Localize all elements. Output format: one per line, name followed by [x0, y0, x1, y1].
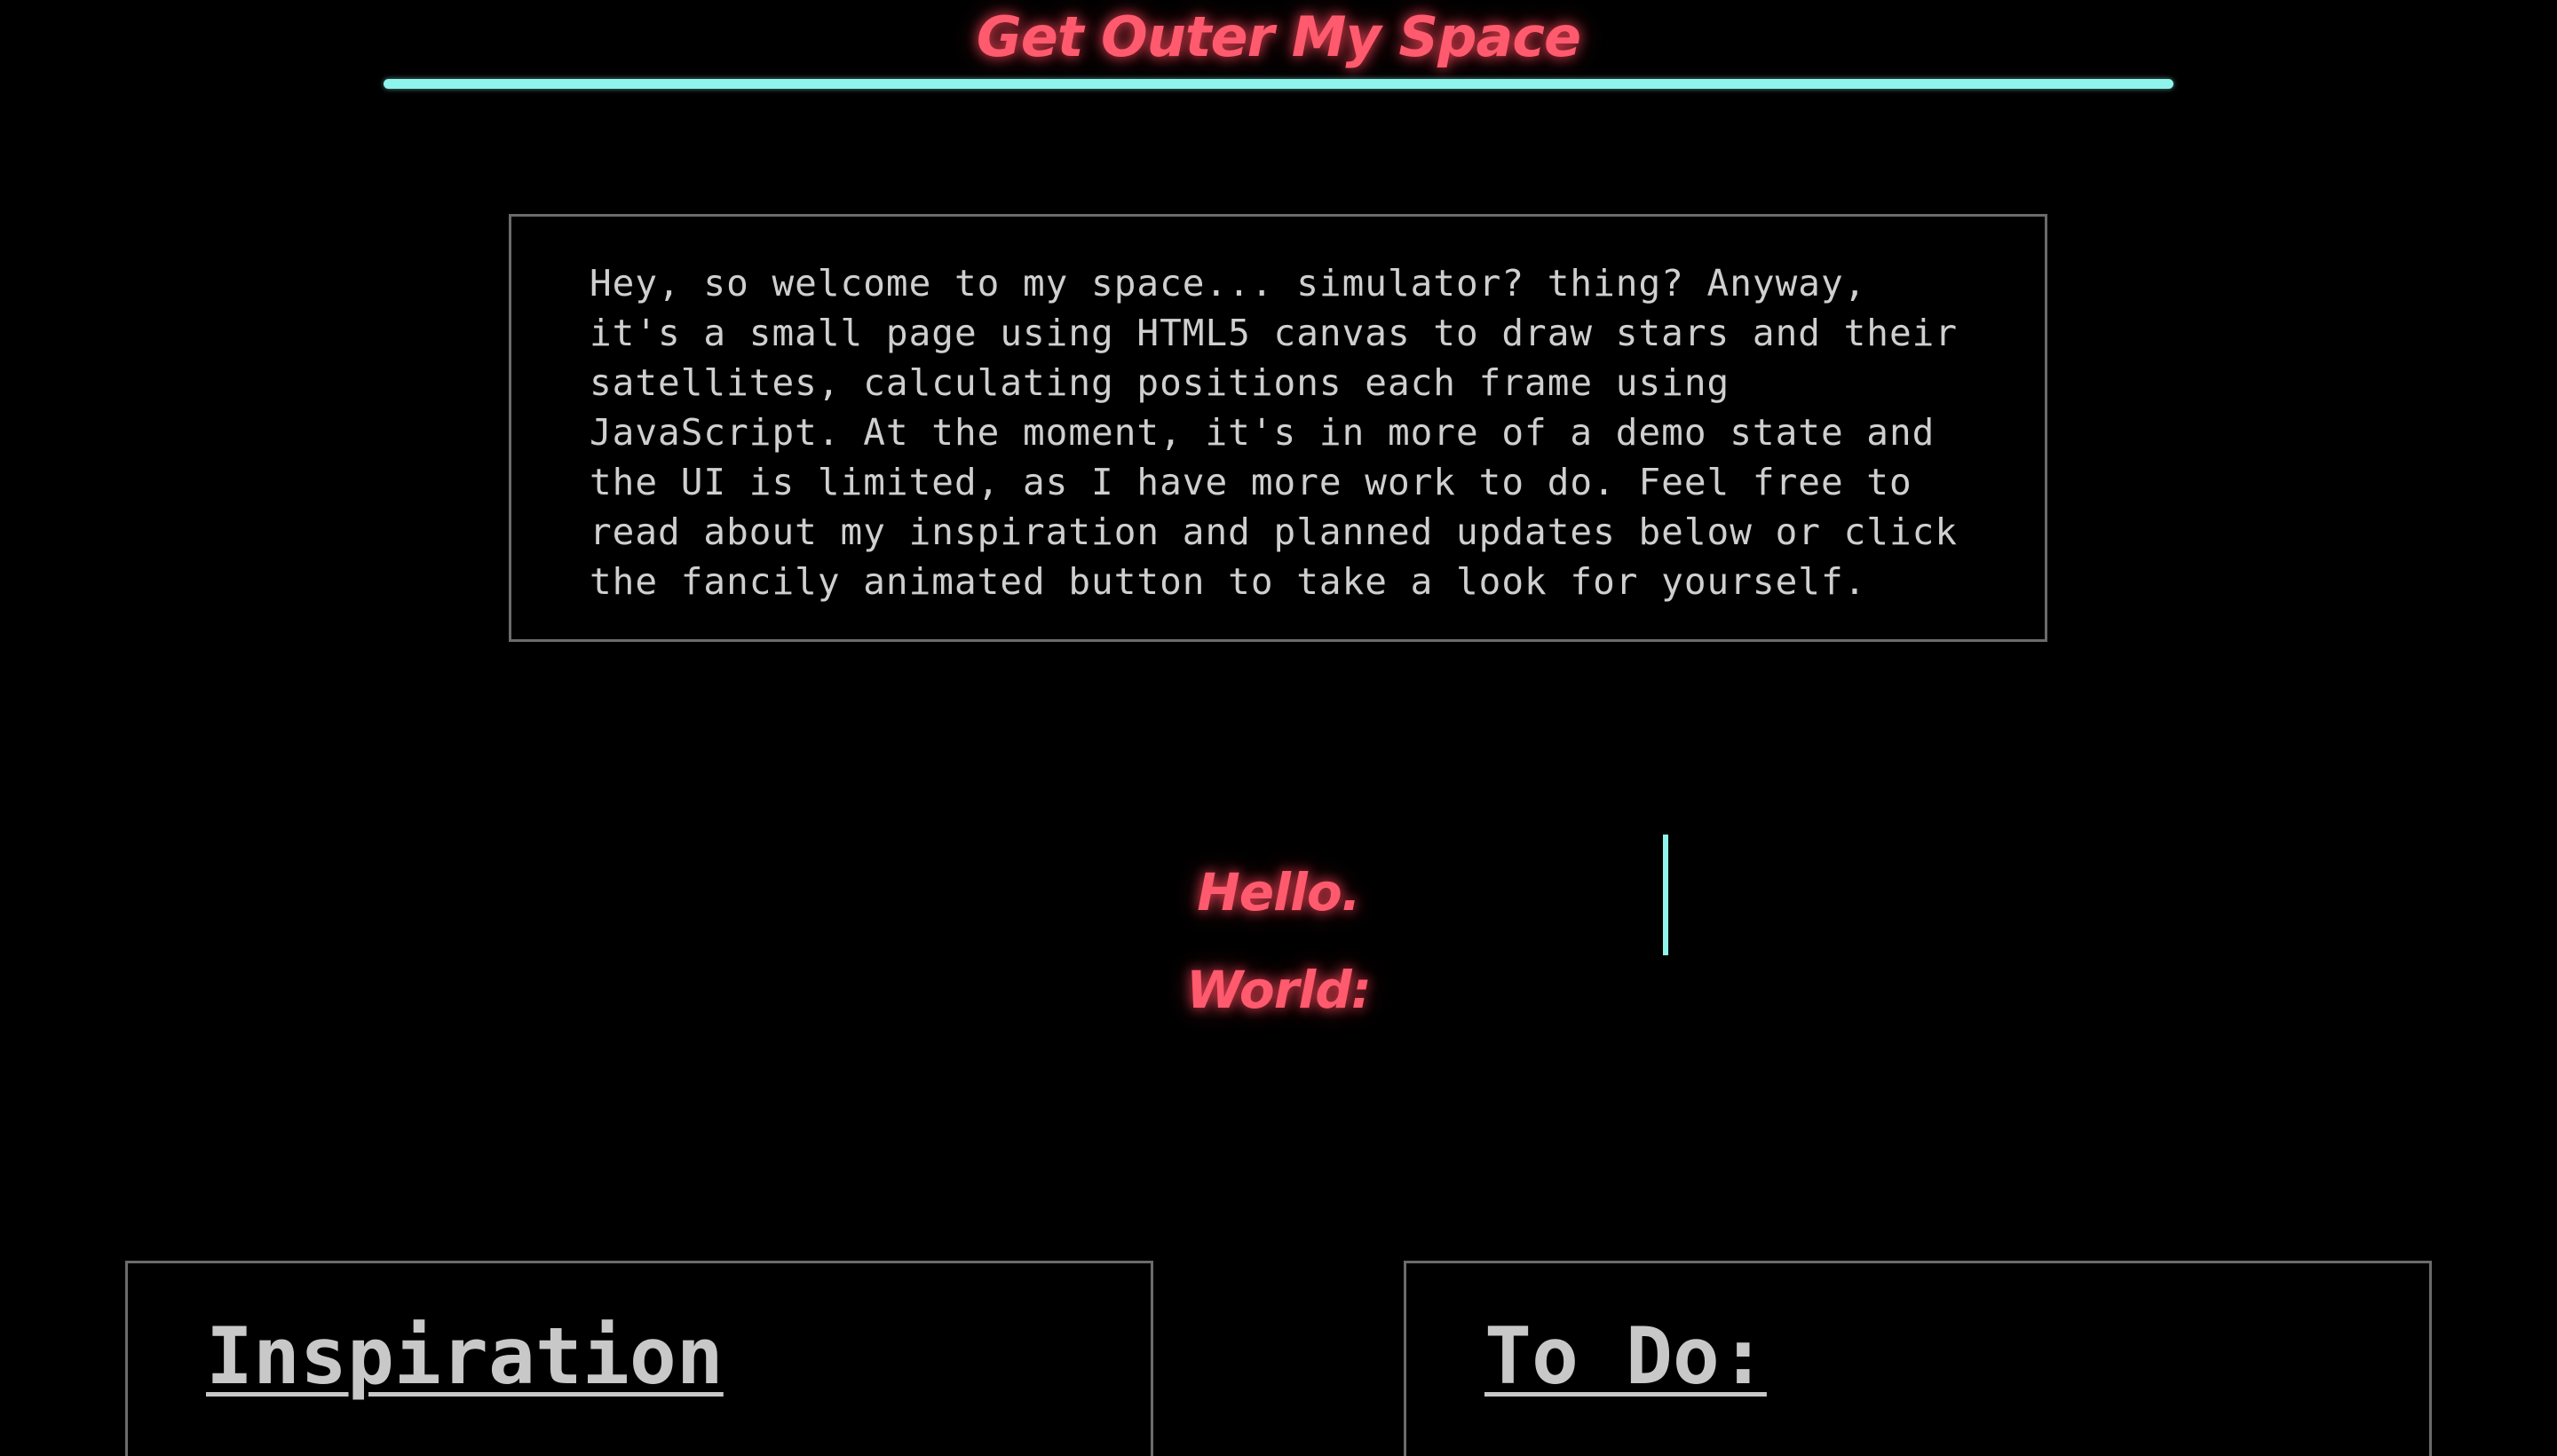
todo-card: To Do: [1404, 1261, 2432, 1456]
launch-row: Hello. World: [0, 835, 2557, 1020]
inspiration-heading: Inspiration [206, 1310, 724, 1402]
launch-simulator-button[interactable]: Hello. World: [1101, 843, 1456, 1020]
inspiration-card: Inspiration [125, 1261, 1153, 1456]
title-underline [384, 79, 2173, 89]
typing-cursor [1663, 835, 1668, 955]
intro-text: Hey, so welcome to my space... simulator… [590, 262, 1959, 603]
intro-box: Hey, so welcome to my space... simulator… [509, 214, 2047, 642]
todo-heading: To Do: [1484, 1310, 1767, 1402]
site-title: Get Outer My Space [976, 4, 1581, 69]
